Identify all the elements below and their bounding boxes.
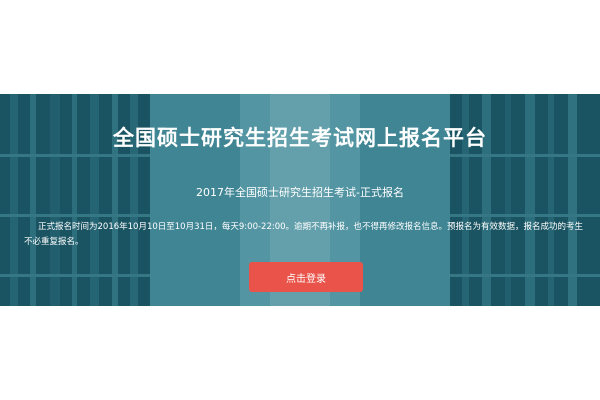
login-button[interactable]: 点击登录 [249,262,363,292]
exam-subtitle: 2017年全国硕士研究生招生考试-正式报名 [196,186,404,199]
registration-notice: 正式报名时间为2016年10月10日至10月31日，每天9:00-22:00。逾… [24,222,584,247]
page: 全国硕士研究生招生考试网上报名平台 2017年全国硕士研究生招生考试-正式报名 … [0,0,600,400]
page-title: 全国硕士研究生招生考试网上报名平台 [113,126,487,150]
banner-content: 全国硕士研究生招生考试网上报名平台 2017年全国硕士研究生招生考试-正式报名 … [0,94,600,306]
hero-banner: 全国硕士研究生招生考试网上报名平台 2017年全国硕士研究生招生考试-正式报名 … [0,94,600,306]
